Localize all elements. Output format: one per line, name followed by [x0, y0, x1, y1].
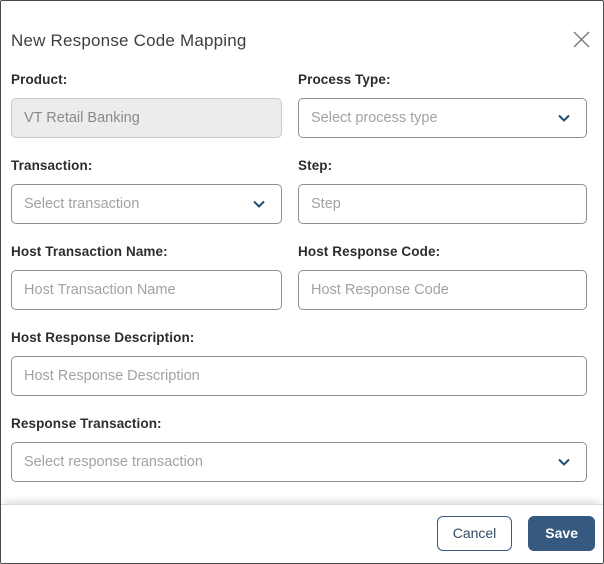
host-transaction-name-field[interactable]: [11, 270, 282, 310]
step-field[interactable]: [298, 184, 587, 224]
host-transaction-name-field-group: Host Transaction Name:: [11, 243, 282, 310]
response-transaction-label: Response Transaction:: [11, 416, 162, 431]
save-button[interactable]: Save: [528, 515, 595, 551]
dialog-footer: Cancel Save: [1, 504, 603, 563]
response-transaction-placeholder: Select response transaction: [24, 454, 203, 470]
form-row-4: Host Response Description:: [11, 329, 587, 396]
product-label: Product:: [11, 72, 68, 87]
transaction-label: Transaction:: [11, 158, 93, 173]
process-type-label: Process Type:: [298, 72, 391, 87]
chevron-down-icon: [558, 458, 570, 466]
product-field-group: Product:: [11, 71, 282, 138]
step-label: Step:: [298, 158, 333, 173]
host-response-code-field-group: Host Response Code:: [298, 243, 587, 310]
host-response-code-label: Host Response Code:: [298, 244, 441, 259]
process-type-field-group: Process Type: Select process type: [298, 71, 587, 138]
host-response-code-field[interactable]: [298, 270, 587, 310]
new-response-code-mapping-dialog: New Response Code Mapping Product: Proce…: [0, 0, 604, 564]
form-row-3: Host Transaction Name: Host Response Cod…: [11, 243, 587, 310]
chevron-down-icon: [253, 200, 265, 208]
close-icon: [572, 31, 591, 52]
transaction-field-group: Transaction: Select transaction: [11, 157, 282, 224]
close-button[interactable]: [572, 30, 591, 49]
host-response-description-field[interactable]: [11, 356, 587, 396]
form-row-1: Product: Process Type: Select process ty…: [11, 71, 587, 138]
process-type-placeholder: Select process type: [311, 110, 438, 126]
dialog-title: New Response Code Mapping: [11, 31, 247, 50]
process-type-select[interactable]: Select process type: [298, 98, 587, 138]
chevron-down-icon: [558, 114, 570, 122]
form-row-2: Transaction: Select transaction Step:: [11, 157, 587, 224]
dialog-header: New Response Code Mapping: [1, 1, 603, 53]
form-row-5: Response Transaction: Select response tr…: [11, 415, 587, 482]
dialog-form: Product: Process Type: Select process ty…: [1, 71, 603, 504]
cancel-button[interactable]: Cancel: [436, 515, 513, 551]
response-transaction-select[interactable]: Select response transaction: [11, 442, 587, 482]
host-transaction-name-label: Host Transaction Name:: [11, 244, 168, 259]
step-field-group: Step:: [298, 157, 587, 224]
product-field: [11, 98, 282, 138]
host-response-description-label: Host Response Description:: [11, 330, 195, 345]
transaction-placeholder: Select transaction: [24, 196, 140, 212]
transaction-select[interactable]: Select transaction: [11, 184, 282, 224]
